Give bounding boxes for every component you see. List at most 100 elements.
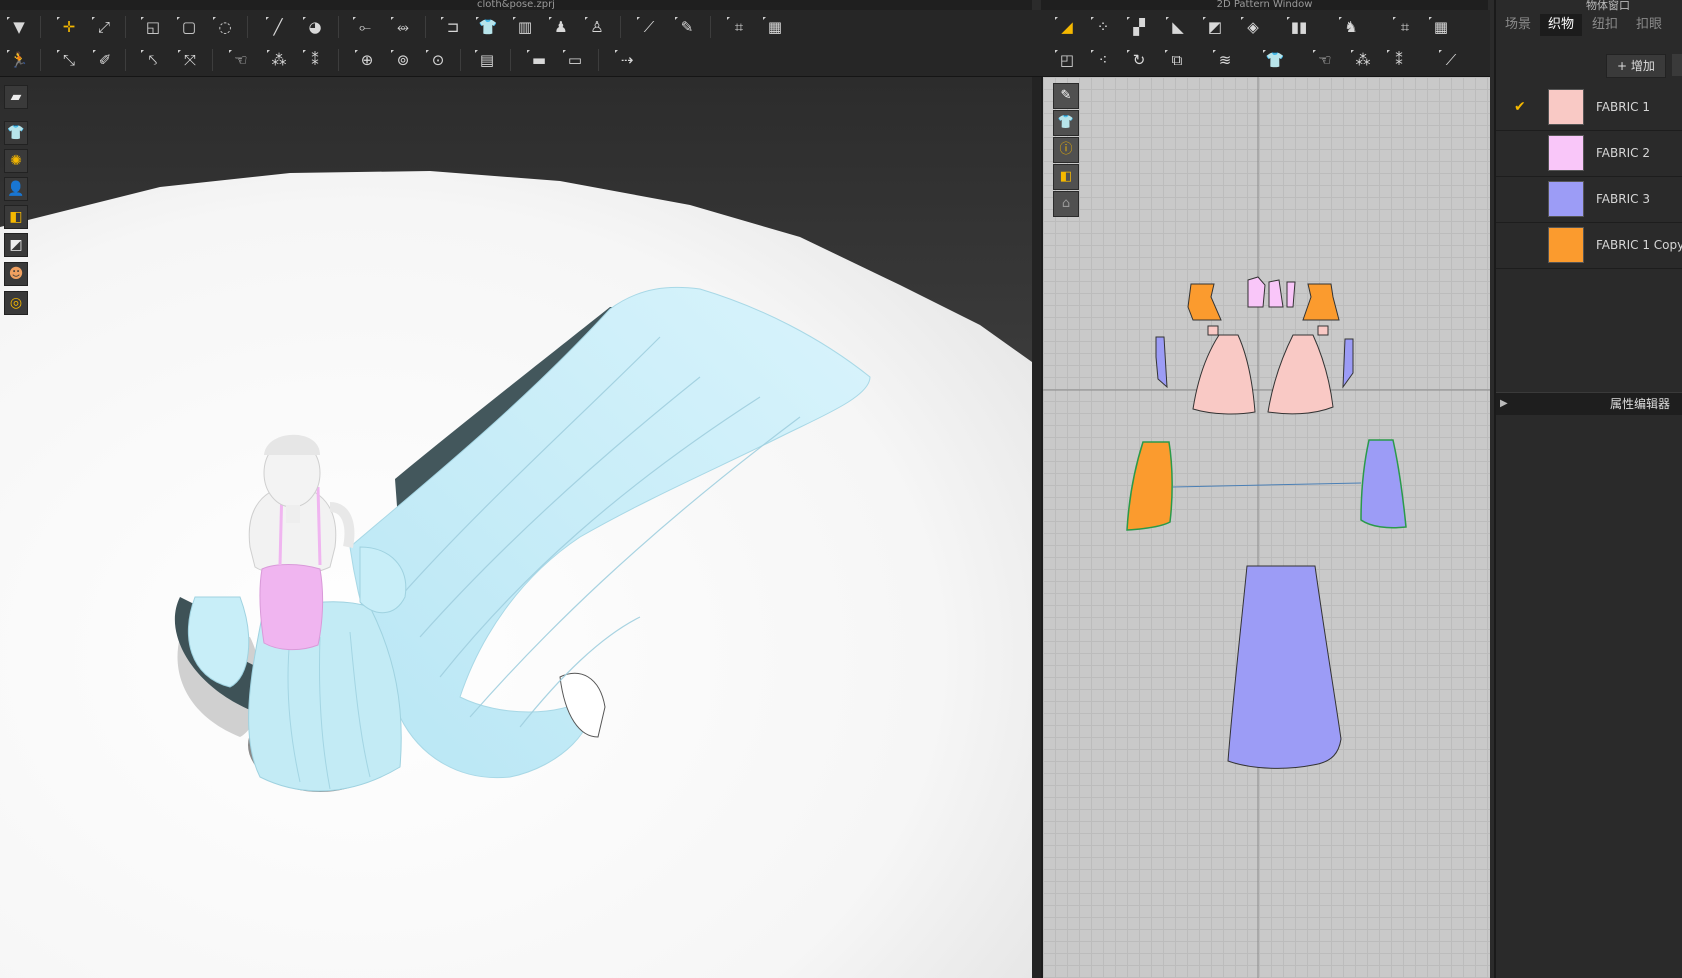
tack-icon[interactable]: ▥ (512, 15, 538, 39)
tape-line-icon[interactable]: ▭ (562, 48, 588, 72)
grid-icon[interactable]: ⌗ (726, 15, 752, 39)
2d-seam-icon[interactable]: ⧉ (1164, 48, 1190, 72)
texture-2d-icon[interactable]: ◧ (1053, 164, 1079, 190)
add-label: 增加 (1630, 59, 1655, 73)
fabric-swatch (1548, 181, 1584, 217)
bond-icon[interactable]: ▤ (474, 48, 500, 72)
pattern-2d-title: 2D Pattern Window (1041, 0, 1488, 10)
show-3d-garment-icon[interactable]: 👕 (1053, 110, 1079, 136)
2d-transform-icon[interactable]: ◰ (1054, 48, 1080, 72)
main-toolbar: ▼ ✛ ⤢ ◱ ▢ ◌ ╱ ◕ ⟜ ⥈ ⊐ 👕 ▥ ♟ ♙ ⟋ ✎ ⌗ ▦ ◢ … (0, 10, 1490, 45)
shirring-icon[interactable]: ☜ (228, 48, 254, 72)
viewport-divider[interactable] (1032, 77, 1041, 978)
plus-icon: + (1617, 59, 1631, 73)
tab-buttons[interactable]: 纽扣 (1584, 14, 1626, 36)
arrange-icon[interactable]: ▮▮ (1286, 15, 1312, 39)
check-icon: ✔ (1514, 99, 1526, 115)
tape-icon[interactable]: ♙ (584, 15, 610, 39)
point-edit-icon[interactable]: ⁘ (1090, 15, 1116, 39)
ruler-icon[interactable]: ⟋ (636, 15, 662, 39)
simulate-icon[interactable]: 🏃 (6, 48, 32, 72)
ruler-icon[interactable]: ✎ (674, 15, 700, 39)
puckering-icon[interactable]: ⊚ (390, 48, 416, 72)
circle-icon[interactable]: ◌ (212, 15, 238, 39)
viewport-3d[interactable]: ▰ 👕 ✺ 👤 ◧ ◩ ☻ ◎ (0, 77, 1032, 978)
fold-arrangement-icon[interactable]: 👕 (475, 15, 501, 39)
object-window: 物体窗口 场景 织物 纽扣 扣眼 + 增加 ✔ FABRIC 1 FABRIC … (1494, 0, 1682, 978)
fabric-name: FABRIC 3 (1596, 192, 1650, 206)
fabric-name: FABRIC 2 (1596, 146, 1650, 160)
texture-icon[interactable]: ▦ (762, 15, 788, 39)
fold-icon[interactable]: ◕ (302, 15, 328, 39)
fabric-row-3[interactable]: FABRIC 3 (1496, 176, 1682, 223)
2d-button-icon[interactable]: ⁂ (1350, 48, 1376, 72)
2d-measure-icon[interactable]: ⟋ (1438, 48, 1464, 72)
2d-shirring-icon[interactable]: ☜ (1312, 48, 1338, 72)
topstitch-icon[interactable]: ⊙ (425, 48, 451, 72)
fabric-swatch (1548, 135, 1584, 171)
viewport-3d-title: cloth&pose.zprj (0, 0, 1032, 10)
fabric-swatch (1548, 89, 1584, 125)
grain-icon[interactable]: ⌂ (1053, 191, 1079, 217)
pin-icon[interactable]: ✐ (92, 48, 118, 72)
add-fabric-button[interactable]: + 增加 (1606, 54, 1666, 78)
avatar-2d-icon[interactable]: ♞ (1338, 15, 1364, 39)
tab-fabric[interactable]: 织物 (1540, 14, 1582, 36)
rectangle-icon[interactable]: ◣ (1165, 15, 1191, 39)
button-icon[interactable]: ⁂ (266, 48, 292, 72)
texture-2d-icon[interactable]: ▦ (1428, 15, 1454, 39)
fabric-swatch (1548, 227, 1584, 263)
grid-2d-icon[interactable]: ⌗ (1392, 15, 1418, 39)
pattern-canvas (1043, 77, 1490, 978)
info-icon[interactable]: ⓘ (1053, 137, 1079, 163)
fabric-name: FABRIC 1 Copy 1 (1596, 238, 1682, 252)
edit-sewing-icon[interactable]: ⊐ (440, 15, 466, 39)
tab-buttonholes[interactable]: 扣眼 (1628, 14, 1670, 36)
pattern-window-2d[interactable]: ✎ 👕 ⓘ ◧ ⌂ (1041, 77, 1490, 978)
expand-arrow-icon: ▶ (1500, 398, 1508, 409)
fabric-row-2[interactable]: FABRIC 2 (1496, 130, 1682, 177)
scene-3d (0, 77, 1032, 978)
pattern-select-icon[interactable]: ◢ (1054, 15, 1080, 39)
fabric-row-1[interactable]: ✔ FABRIC 1 (1496, 84, 1682, 131)
show-pattern-icon[interactable]: ✎ (1053, 83, 1079, 109)
2d-buttonhole-icon[interactable]: ⁑ (1386, 48, 1412, 72)
show-garment-icon[interactable]: 👕 (4, 121, 28, 145)
arrow-down-icon[interactable]: ▼ (6, 15, 32, 39)
strengthen-icon[interactable]: ⤧ (177, 48, 203, 72)
buttonhole-icon[interactable]: ⁑ (302, 48, 328, 72)
dart-icon[interactable]: ◈ (1240, 15, 1266, 39)
object-window-scroll[interactable] (1672, 54, 1682, 76)
texture-surface-icon[interactable]: ◧ (4, 205, 28, 229)
polygon-icon[interactable]: ▞ (1126, 15, 1152, 39)
tape-3d-icon[interactable]: ▬ (526, 48, 552, 72)
pattern-view-icon[interactable]: ◩ (4, 233, 28, 257)
2d-edit-icon[interactable]: ⁖ (1090, 48, 1116, 72)
measure-icon[interactable]: ⇢ (614, 48, 640, 72)
thickness-icon[interactable]: ✺ (4, 149, 28, 173)
transform-pattern-icon[interactable]: ✛ (56, 15, 82, 39)
fold-3d-icon[interactable]: ⤣ (140, 48, 166, 72)
rectangle-icon[interactable]: ▢ (176, 15, 202, 39)
avatar-icon[interactable]: 👤 (4, 177, 28, 201)
edit-pattern-icon[interactable]: ⤢ (91, 15, 117, 39)
object-window-title: 物体窗口 (1586, 0, 1630, 12)
2d-shirt-icon[interactable]: 👕 (1262, 48, 1288, 72)
trace-icon[interactable]: ◩ (1202, 15, 1228, 39)
property-editor-title: 属性编辑器 (1609, 397, 1670, 411)
avatar-measure-icon[interactable]: ♟ (548, 15, 574, 39)
segment-sew-icon[interactable]: ⟜ (352, 15, 378, 39)
select-move-icon[interactable]: ⤡ (56, 48, 82, 72)
fabric-row-4[interactable]: FABRIC 1 Copy 1 (1496, 222, 1682, 269)
show-avatar-icon[interactable]: ▰ (4, 85, 28, 109)
free-sew-icon[interactable]: ⥈ (390, 15, 416, 39)
2d-curve-icon[interactable]: ↻ (1126, 48, 1152, 72)
skin-icon[interactable]: ☻ (4, 262, 28, 286)
tab-scene[interactable]: 场景 (1498, 14, 1538, 36)
environment-icon[interactable]: ◎ (4, 291, 28, 315)
internal-line-icon[interactable]: ╱ (265, 15, 291, 39)
2d-fold-icon[interactable]: ≋ (1212, 48, 1238, 72)
zipper-icon[interactable]: ⊕ (354, 48, 380, 72)
property-editor-header[interactable]: ▶ 属性编辑器 (1496, 392, 1682, 415)
polygon-icon[interactable]: ◱ (140, 15, 166, 39)
